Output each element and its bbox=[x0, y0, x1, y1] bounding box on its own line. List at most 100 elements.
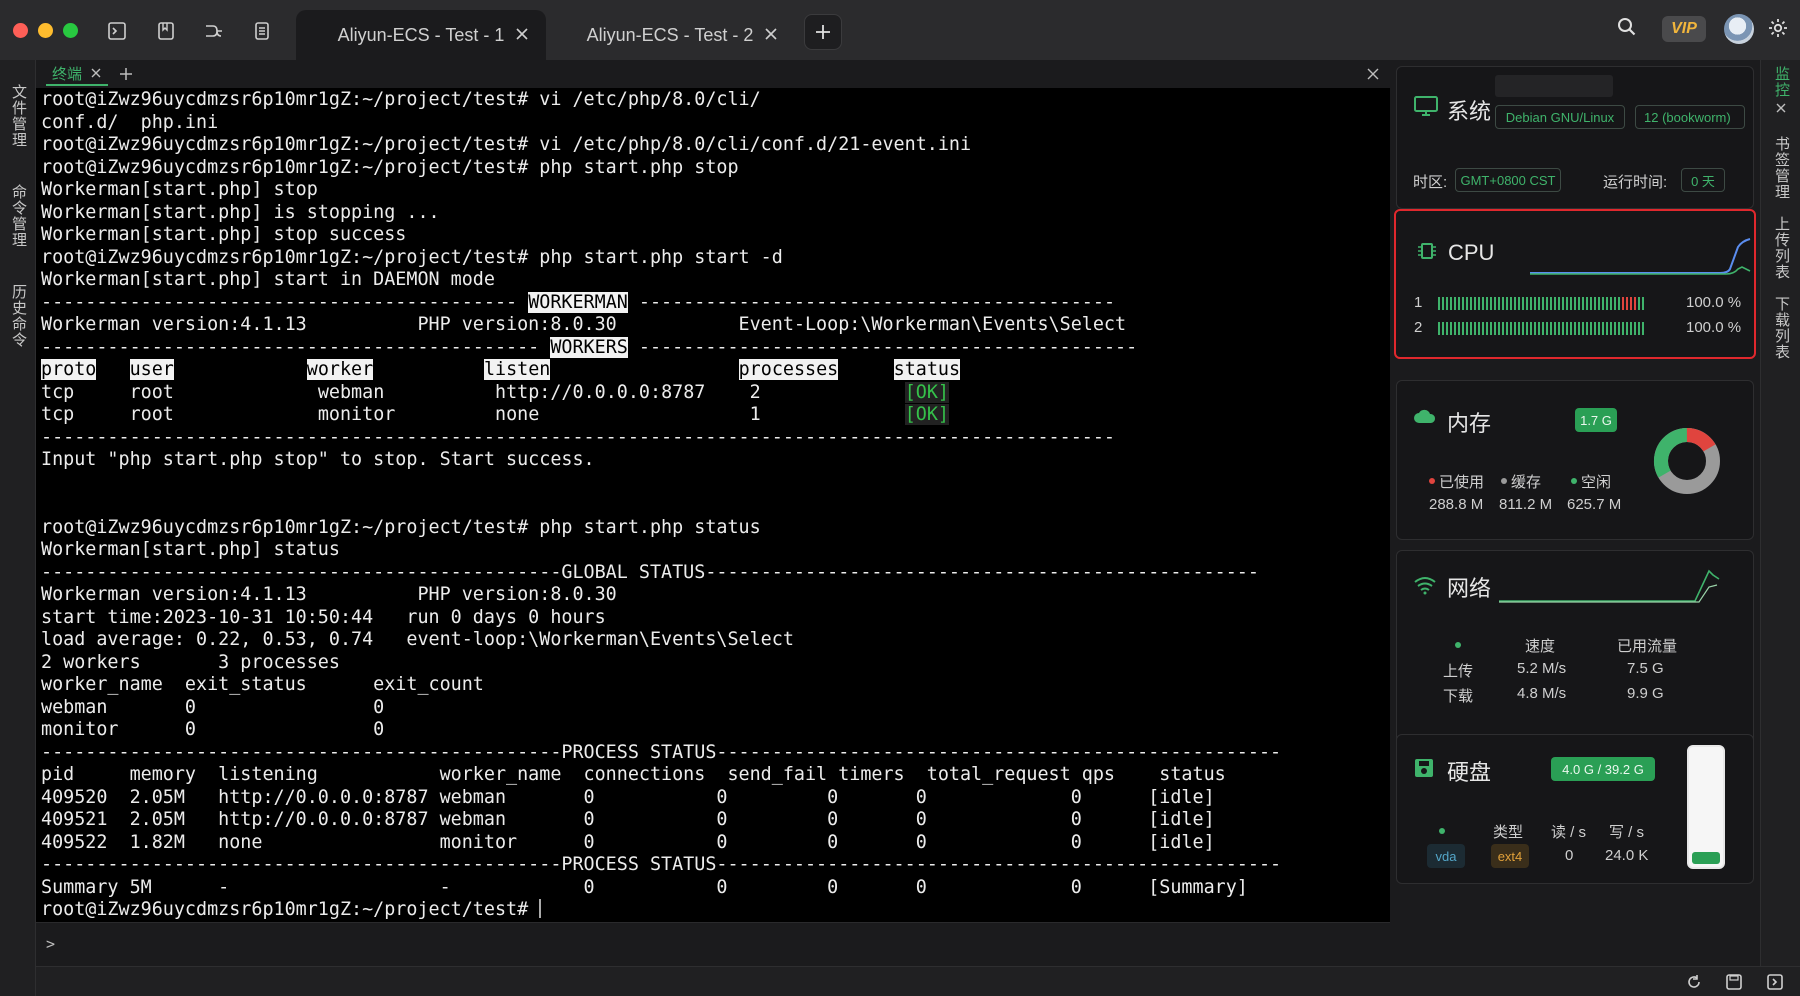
new-tab-button[interactable] bbox=[804, 14, 842, 50]
os-badge: Debian GNU/Linux bbox=[1495, 105, 1625, 129]
workers-cell: tcp bbox=[41, 381, 75, 403]
network-upload-label: 上传 bbox=[1443, 663, 1474, 680]
close-icon[interactable] bbox=[1775, 102, 1787, 114]
close-panel-icon[interactable] bbox=[1366, 67, 1380, 81]
cpu-title: CPU bbox=[1448, 240, 1495, 265]
cpu-sparkline bbox=[1530, 238, 1751, 275]
cpu-bar-tick bbox=[1602, 322, 1604, 335]
command-input-bar[interactable]: > bbox=[36, 922, 1390, 966]
terminal-line: Workerman[start.php] stop success bbox=[41, 224, 407, 245]
cpu-core-usage: 100.0 % bbox=[1686, 294, 1742, 311]
collapse-panel-icon[interactable] bbox=[1766, 973, 1784, 991]
cpu-bar-tick bbox=[1590, 297, 1592, 310]
cpu-bar-tick bbox=[1486, 297, 1488, 310]
refresh-icon[interactable] bbox=[1685, 973, 1703, 991]
terminal-line: root@iZwz96uycdmzsr6p10mr1gZ:~/project/t… bbox=[41, 246, 783, 268]
document-list-icon[interactable] bbox=[251, 20, 273, 42]
cpu-core-bar bbox=[1438, 297, 1644, 310]
cpu-bar-tick bbox=[1622, 322, 1624, 335]
cpu-bar-tick bbox=[1578, 322, 1580, 335]
workers-cell: webman bbox=[317, 381, 385, 403]
terminal-icon[interactable] bbox=[106, 20, 128, 42]
sidebar-item-file-manager[interactable]: 文件管理 bbox=[8, 84, 29, 148]
close-icon[interactable] bbox=[761, 24, 781, 44]
cpu-bar-tick bbox=[1554, 322, 1556, 335]
cpu-bar-tick bbox=[1606, 322, 1608, 335]
network-download-used: 9.9 G bbox=[1627, 685, 1664, 702]
global-line: monitor 0 0 bbox=[41, 719, 385, 740]
global-line: start time:2023-10-31 10:50:44 run 0 day… bbox=[41, 606, 606, 628]
stop-hint: Input "php start.php stop" to stop. Star… bbox=[41, 449, 595, 470]
memory-donut-chart bbox=[1654, 428, 1720, 494]
maximize-window-button[interactable] bbox=[63, 23, 78, 38]
avatar[interactable] bbox=[1724, 14, 1754, 44]
rail-item-bookmarks[interactable]: 书签管理 bbox=[1771, 136, 1792, 200]
disk-usage-gauge bbox=[1687, 745, 1725, 869]
gear-icon[interactable] bbox=[1767, 17, 1789, 39]
cpu-bar-tick bbox=[1582, 297, 1584, 310]
cpu-bar-tick bbox=[1534, 297, 1536, 310]
timezone-label: 时区: bbox=[1413, 174, 1448, 191]
close-icon[interactable] bbox=[90, 67, 102, 79]
sidebar-item-command-manager[interactable]: 命令管理 bbox=[8, 184, 29, 248]
save-icon[interactable] bbox=[1725, 973, 1743, 991]
tab-aliyun-ecs-test-1[interactable]: Aliyun-ECS - Test - 1 bbox=[296, 10, 546, 60]
disk-device-badge: vda bbox=[1427, 844, 1465, 868]
tab-terminal[interactable]: 终端 bbox=[46, 62, 109, 86]
cpu-bar-tick bbox=[1546, 322, 1548, 335]
cpu-bar-tick bbox=[1498, 297, 1500, 310]
cpu-bar-tick bbox=[1518, 297, 1520, 310]
bookmark-icon[interactable] bbox=[155, 20, 177, 42]
global-line: 2 workers 3 processes bbox=[41, 651, 340, 673]
disk-title: 硬盘 bbox=[1447, 760, 1492, 785]
cpu-bar-tick bbox=[1550, 297, 1552, 310]
cpu-bar-tick bbox=[1438, 297, 1440, 310]
rail-item-monitor[interactable]: 监控 bbox=[1771, 66, 1792, 98]
cpu-bar-tick bbox=[1526, 297, 1528, 310]
cpu-bar-tick bbox=[1642, 322, 1644, 335]
status-ok: [OK] bbox=[904, 381, 949, 403]
sidebar-item-history-commands[interactable]: 历史命令 bbox=[8, 284, 29, 348]
cpu-bar-tick bbox=[1490, 322, 1492, 335]
network-sparkline bbox=[1499, 569, 1720, 603]
disk-header-type: 类型 bbox=[1493, 824, 1524, 841]
split-view-icon[interactable] bbox=[203, 20, 225, 42]
cpu-bar-tick bbox=[1450, 322, 1452, 335]
process-line: 409520 2.05M http://0.0.0.0:8787 webman … bbox=[41, 786, 1215, 808]
cpu-bar-tick bbox=[1542, 297, 1544, 310]
cpu-bar-tick bbox=[1442, 322, 1444, 335]
disk-write-value: 24.0 K bbox=[1605, 847, 1649, 864]
add-terminal-icon[interactable] bbox=[118, 66, 134, 82]
cpu-bar-tick bbox=[1618, 297, 1620, 310]
cpu-bar-tick bbox=[1566, 322, 1568, 335]
close-window-button[interactable] bbox=[13, 23, 28, 38]
free-dot bbox=[1571, 478, 1577, 484]
cpu-bar-tick bbox=[1482, 322, 1484, 335]
workers-cell: tcp bbox=[41, 404, 75, 425]
vip-badge[interactable]: VIP bbox=[1662, 16, 1706, 42]
rail-item-downloads[interactable]: 下载列表 bbox=[1771, 296, 1792, 360]
cpu-bar-tick bbox=[1562, 322, 1564, 335]
rail-item-uploads[interactable]: 上传列表 bbox=[1771, 216, 1792, 280]
memory-total-badge: 1.7 G bbox=[1575, 408, 1617, 432]
workers-cell: root bbox=[129, 404, 174, 425]
cpu-bar-tick bbox=[1450, 297, 1452, 310]
process-line: 409522 1.82M none monitor 0 0 0 0 0 [idl… bbox=[41, 831, 1215, 853]
cpu-bar-tick bbox=[1494, 297, 1496, 310]
close-icon[interactable] bbox=[512, 24, 532, 44]
title-bar: Aliyun-ECS - Test - 1 Aliyun-ECS - Test … bbox=[0, 0, 1800, 60]
search-icon[interactable] bbox=[1616, 16, 1638, 38]
terminal-line: Workerman[start.php] stop bbox=[41, 179, 318, 200]
network-status-dot bbox=[1455, 642, 1461, 648]
workerman-banner: WORKERMAN bbox=[528, 291, 628, 313]
tab-aliyun-ecs-test-2[interactable]: Aliyun-ECS - Test - 2 bbox=[545, 10, 795, 60]
minimize-window-button[interactable] bbox=[38, 23, 53, 38]
workers-banner: WORKERS bbox=[550, 336, 628, 358]
workers-cell: monitor bbox=[317, 404, 396, 425]
cpu-bar-tick bbox=[1598, 297, 1600, 310]
memory-legend-used: 已使用 bbox=[1439, 474, 1485, 491]
network-title: 网络 bbox=[1447, 576, 1492, 601]
cpu-bar-tick bbox=[1522, 322, 1524, 335]
terminal-tab-label: 终端 bbox=[52, 65, 83, 83]
terminal-output[interactable]: root@iZwz96uycdmzsr6p10mr1gZ:~/project/t… bbox=[36, 88, 1390, 922]
